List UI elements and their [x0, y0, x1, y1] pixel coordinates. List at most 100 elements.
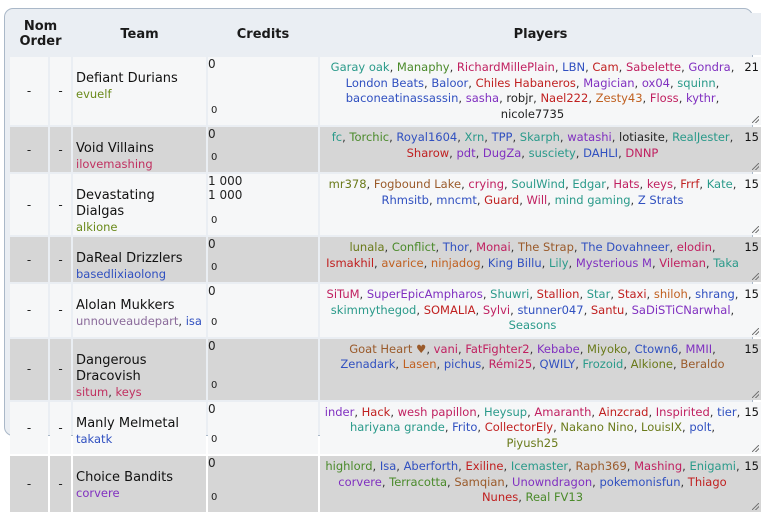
player-link[interactable]: Rhmsitb [382, 193, 429, 207]
player-link[interactable]: Kebabe [537, 342, 580, 356]
player-link[interactable]: elodin [677, 240, 712, 254]
player-link[interactable]: inder [325, 405, 355, 419]
resize-handle-icon[interactable] [752, 116, 759, 123]
player-link[interactable]: Frozoid [583, 357, 624, 371]
player-link[interactable]: kythr [686, 91, 716, 105]
player-link[interactable]: Monai [476, 240, 511, 254]
player-link[interactable]: corvere [338, 475, 382, 489]
player-link[interactable]: Goat Heart ♥ [349, 342, 426, 356]
player-link[interactable]: DAHLI [583, 146, 618, 160]
player-link[interactable]: Unowndragon [512, 475, 592, 489]
player-link[interactable]: Kate [707, 177, 733, 191]
player-link[interactable]: Skarph [520, 130, 560, 144]
player-link[interactable]: Frito [452, 420, 477, 434]
player-link[interactable]: Ainzcrad [599, 405, 649, 419]
player-link[interactable]: lotiasite [619, 130, 665, 144]
player-link[interactable]: Baloor [431, 76, 468, 90]
player-link[interactable]: keys [647, 177, 673, 191]
player-link[interactable]: mncmt [436, 193, 477, 207]
player-link[interactable]: susciety [529, 146, 576, 160]
player-link[interactable]: Heysup [484, 405, 527, 419]
player-link[interactable]: mr378 [329, 177, 367, 191]
resize-handle-icon[interactable] [752, 445, 759, 452]
player-link[interactable]: QWILY [539, 357, 575, 371]
player-link[interactable]: Hats [613, 177, 639, 191]
resize-handle-icon[interactable] [752, 503, 759, 510]
player-link[interactable]: vani [434, 342, 458, 356]
manager-link[interactable]: evuelf [76, 87, 112, 101]
player-link[interactable]: Edgar [572, 177, 606, 191]
player-link[interactable]: pichus [444, 357, 481, 371]
player-link[interactable]: Sylvi [483, 303, 510, 317]
player-link[interactable]: nicole7735 [501, 107, 564, 121]
player-link[interactable]: lunala [349, 240, 384, 254]
manager-link[interactable]: unnouveaudepart [76, 314, 178, 328]
player-link[interactable]: Torchic [349, 130, 389, 144]
player-link[interactable]: pdt [456, 146, 475, 160]
player-link[interactable]: Shuwri [490, 287, 529, 301]
player-link[interactable]: Nael222 [540, 91, 588, 105]
player-link[interactable]: Floss [650, 91, 679, 105]
player-link[interactable]: SOMALIA [424, 303, 476, 317]
manager-link[interactable]: isa [186, 314, 202, 328]
player-link[interactable]: Ctown6 [635, 342, 679, 356]
player-link[interactable]: Xrn [465, 130, 485, 144]
player-link[interactable]: Real FV13 [526, 490, 584, 504]
player-link[interactable]: crying [468, 177, 504, 191]
player-link[interactable]: Star [587, 287, 611, 301]
player-link[interactable]: mind gaming [555, 193, 631, 207]
player-link[interactable]: polt [689, 420, 711, 434]
player-link[interactable]: Inspirited [656, 405, 710, 419]
manager-link[interactable]: situm [76, 385, 108, 399]
player-link[interactable]: Chiles Habaneros [476, 76, 576, 90]
player-link[interactable]: Taka [713, 256, 739, 270]
player-link[interactable]: Zesty43 [596, 91, 643, 105]
player-link[interactable]: highlord [325, 459, 372, 473]
player-link[interactable]: TPP [492, 130, 513, 144]
player-link[interactable]: Seasons [509, 318, 557, 332]
player-link[interactable]: avarice [381, 256, 423, 270]
player-link[interactable]: MMII [685, 342, 712, 356]
player-link[interactable]: Enigami [689, 459, 736, 473]
player-link[interactable]: Vileman [659, 256, 706, 270]
player-link[interactable]: Hack [362, 405, 391, 419]
player-link[interactable]: The Strap [518, 240, 574, 254]
player-link[interactable]: Magician [583, 76, 634, 90]
player-link[interactable]: ninjadog [431, 256, 481, 270]
player-link[interactable]: Zenadark [340, 357, 395, 371]
manager-link[interactable]: corvere [76, 486, 120, 500]
manager-link[interactable]: takatk [76, 432, 112, 446]
player-link[interactable]: squinn [677, 76, 715, 90]
player-link[interactable]: pokemonisfun [599, 475, 680, 489]
resize-handle-icon[interactable] [752, 390, 759, 398]
player-link[interactable]: Piyush25 [507, 436, 559, 450]
player-link[interactable]: Guard [484, 193, 519, 207]
resize-handle-icon[interactable] [752, 163, 759, 170]
player-link[interactable]: Sharow [407, 146, 450, 160]
player-link[interactable]: DNNP [625, 146, 658, 160]
player-link[interactable]: SiTuM [327, 287, 360, 301]
player-link[interactable]: Stallion [537, 287, 580, 301]
player-link[interactable]: LBN [562, 60, 585, 74]
player-link[interactable]: robjr [506, 91, 533, 105]
resize-handle-icon[interactable] [752, 273, 759, 280]
player-link[interactable]: CollectorEly [485, 420, 553, 434]
player-link[interactable]: Ismakhil [326, 256, 374, 270]
player-link[interactable]: London Beats [346, 76, 424, 90]
manager-link[interactable]: keys [116, 385, 142, 399]
player-link[interactable]: skimmythegod [331, 303, 417, 317]
player-link[interactable]: Mysterious M [576, 256, 652, 270]
player-link[interactable]: LouisIX [641, 420, 682, 434]
manager-link[interactable]: alkione [76, 220, 118, 234]
player-link[interactable]: Lily [549, 256, 569, 270]
player-link[interactable]: tier [717, 405, 737, 419]
manager-link[interactable]: basedlixiaolong [76, 267, 166, 281]
player-link[interactable]: hariyana grande [350, 420, 445, 434]
player-link[interactable]: stunner047 [517, 303, 583, 317]
player-link[interactable]: Conflict [392, 240, 436, 254]
player-link[interactable]: Lasen [403, 357, 437, 371]
player-link[interactable]: The Dovahneer [581, 240, 669, 254]
player-link[interactable]: fc [332, 130, 342, 144]
player-link[interactable]: Z Strats [638, 193, 684, 207]
player-link[interactable]: ox04 [642, 76, 670, 90]
